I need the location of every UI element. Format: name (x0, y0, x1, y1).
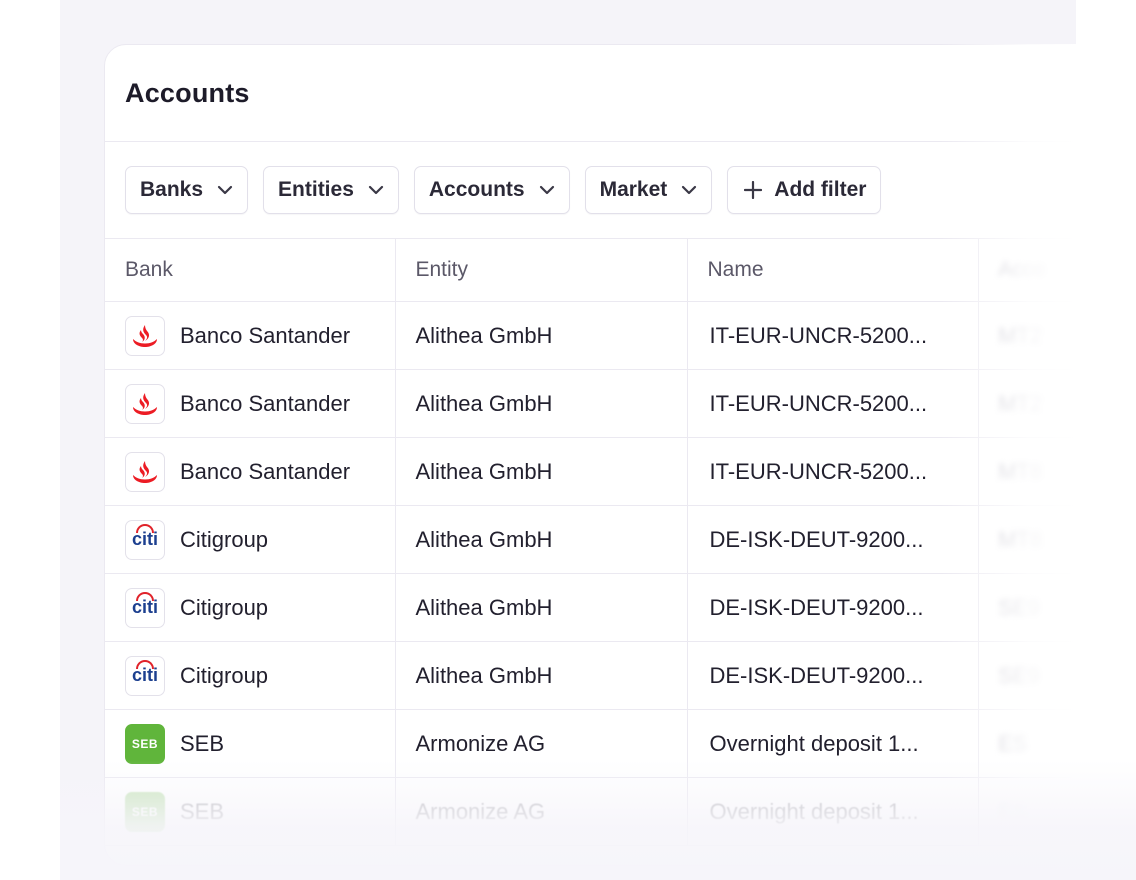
cell-entity: Alithea GmbH (395, 437, 688, 506)
card-header: Accounts (105, 45, 1125, 142)
cell-name: Overnight deposit 1... (687, 709, 979, 778)
bank-name: Citigroup (180, 526, 269, 552)
filter-bar: Banks Entities Accounts Market Add filte… (105, 142, 1125, 239)
filter-label: Accounts (428, 178, 525, 201)
seb-logo-icon: SEB (125, 723, 165, 764)
filter-label: Banks (140, 178, 204, 201)
chevron-down-icon (217, 185, 233, 195)
account-name: Overnight deposit 1... (709, 730, 919, 756)
citi-logo-icon: citi (125, 655, 165, 696)
accounts-card: Accounts Banks Entities Accounts Market … (104, 44, 1126, 866)
bank-name: SEB (180, 730, 225, 756)
account-name: DE-ISK-DEUT-9200... (709, 594, 924, 620)
account-number: MT2 (998, 322, 1043, 348)
filter-market-dropdown[interactable]: Market (584, 166, 713, 214)
bank-name: Citigroup (180, 662, 269, 688)
table-row[interactable]: SEB SEB Armonize AG Overnight deposit 1... E… (105, 777, 1125, 846)
table-header-row: Bank Entity Name Acco (105, 239, 1125, 302)
santander-logo-icon (125, 315, 165, 356)
cell-name: IT-EUR-UNCR-5200... (687, 301, 979, 370)
bank-name: Banco Santander (180, 322, 351, 348)
account-number: SE9 (998, 594, 1041, 620)
filter-entities-dropdown[interactable]: Entities (263, 166, 399, 214)
filter-label: Market (599, 178, 668, 201)
bank-name: Banco Santander (180, 458, 351, 484)
cell-bank: SEB SEB (105, 709, 396, 778)
filter-banks-dropdown[interactable]: Banks (125, 166, 249, 214)
add-filter-label: Add filter (774, 178, 867, 201)
cell-bank: SEB SEB (105, 777, 396, 846)
cell-account: ES (978, 777, 1125, 846)
cell-name: IT-EUR-UNCR-5200... (687, 437, 979, 506)
seb-logo-icon: SEB (125, 791, 165, 832)
cell-account: MT8 (978, 505, 1125, 574)
accounts-table: Bank Entity Name Acco Banco Santander Ali… (105, 239, 1125, 846)
column-header-entity[interactable]: Entity (395, 239, 688, 302)
bank-name: SEB (180, 798, 225, 824)
cell-account: SE9 (978, 641, 1125, 710)
bank-name: Banco Santander (180, 390, 351, 416)
account-name: DE-ISK-DEUT-9200... (709, 662, 924, 688)
filter-label: Entities (278, 178, 354, 201)
table-row[interactable]: citi Citigroup Alithea GmbH DE-ISK-DEUT-920… (105, 573, 1125, 642)
page-title: Accounts (125, 77, 250, 108)
cell-name: DE-ISK-DEUT-9200... (687, 505, 979, 574)
cell-account: MT2 (978, 301, 1125, 370)
table-row[interactable]: Banco Santander Alithea GmbH IT-EUR-UNCR-5… (105, 369, 1125, 438)
column-header-account[interactable]: Acco (978, 239, 1125, 302)
cell-bank: citi Citigroup (105, 573, 396, 642)
cell-account: MT2 (978, 369, 1125, 438)
chevron-down-icon (539, 185, 555, 195)
account-number: MT2 (998, 390, 1043, 416)
plus-icon (744, 181, 763, 199)
citi-logo-icon: citi (125, 519, 165, 560)
account-name: IT-EUR-UNCR-5200... (709, 458, 928, 484)
account-name: IT-EUR-UNCR-5200... (709, 390, 928, 416)
cell-entity: Armonize AG (395, 709, 688, 778)
table-row[interactable]: Banco Santander Alithea GmbH IT-EUR-UNCR-5… (105, 301, 1125, 370)
cell-account: MT8 (978, 437, 1125, 506)
table-row[interactable]: SEB SEB Armonize AG Overnight deposit 1... E… (105, 709, 1125, 778)
cell-entity: Alithea GmbH (395, 573, 688, 642)
santander-logo-icon (125, 451, 165, 492)
account-name: IT-EUR-UNCR-5200... (709, 322, 928, 348)
cell-bank: Banco Santander (105, 301, 396, 370)
cell-bank: Banco Santander (105, 437, 396, 506)
account-number: MT8 (998, 526, 1043, 552)
table-row[interactable]: citi Citigroup Alithea GmbH DE-ISK-DEUT-920… (105, 505, 1125, 574)
cell-entity: Armonize AG (395, 777, 688, 846)
cell-account: SE9 (978, 573, 1125, 642)
cell-bank: citi Citigroup (105, 641, 396, 710)
account-number: MT8 (998, 458, 1043, 484)
bank-name: Citigroup (180, 594, 269, 620)
cell-entity: Alithea GmbH (395, 301, 688, 370)
filter-accounts-dropdown[interactable]: Accounts (413, 166, 570, 214)
table-row[interactable]: citi Citigroup Alithea GmbH DE-ISK-DEUT-920… (105, 641, 1125, 710)
santander-logo-icon (125, 383, 165, 424)
cell-entity: Alithea GmbH (395, 369, 688, 438)
add-filter-button[interactable]: Add filter (727, 166, 882, 214)
chevron-down-icon (681, 185, 697, 195)
table-row[interactable]: Banco Santander Alithea GmbH IT-EUR-UNCR-5… (105, 437, 1125, 506)
column-header-bank[interactable]: Bank (105, 239, 396, 302)
account-number: SE9 (998, 662, 1041, 688)
account-name: Overnight deposit 1... (709, 798, 919, 824)
cell-entity: Alithea GmbH (395, 505, 688, 574)
column-header-name[interactable]: Name (687, 239, 979, 302)
cell-name: DE-ISK-DEUT-9200... (687, 573, 979, 642)
chevron-down-icon (368, 185, 384, 195)
cell-name: DE-ISK-DEUT-9200... (687, 641, 979, 710)
account-number: ES (998, 730, 1028, 756)
cell-entity: Alithea GmbH (395, 641, 688, 710)
cell-name: IT-EUR-UNCR-5200... (687, 369, 979, 438)
citi-logo-icon: citi (125, 587, 165, 628)
cell-account: ES (978, 709, 1125, 778)
cell-name: Overnight deposit 1... (687, 777, 979, 846)
account-number: ES (998, 798, 1028, 824)
account-name: DE-ISK-DEUT-9200... (709, 526, 924, 552)
cell-bank: citi Citigroup (105, 505, 396, 574)
cell-bank: Banco Santander (105, 369, 396, 438)
